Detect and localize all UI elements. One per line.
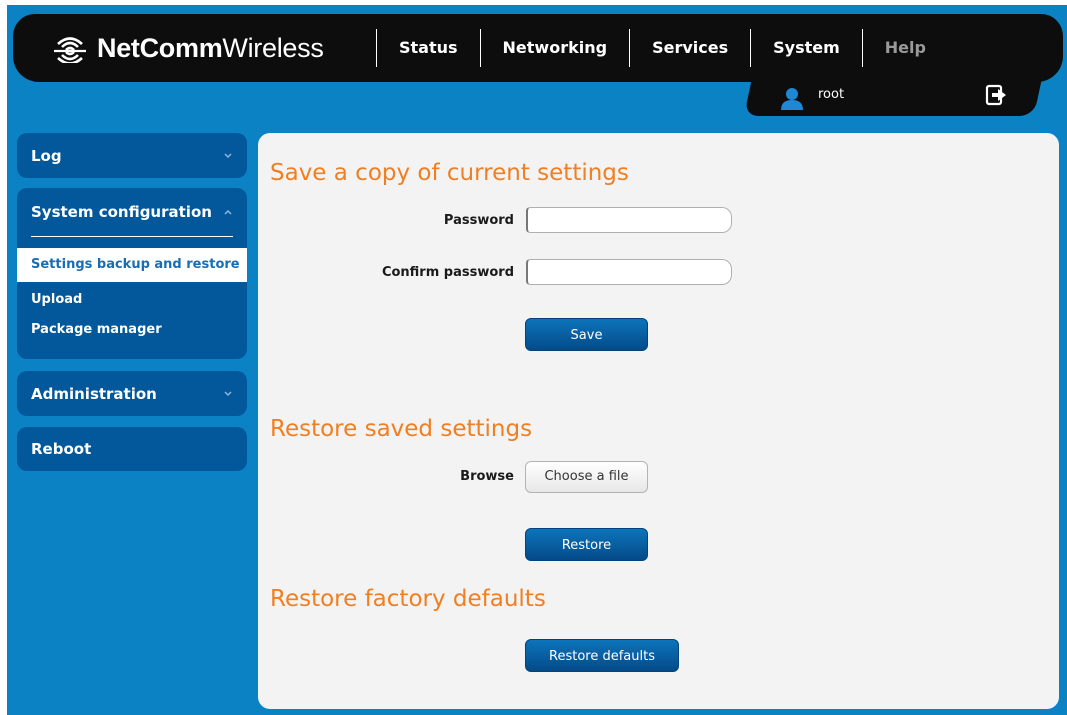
section-title-save: Save a copy of current settings [270, 160, 629, 186]
username-label: root [818, 87, 845, 102]
nav-services[interactable]: Services [629, 29, 750, 67]
nav-help[interactable]: Help [861, 29, 948, 67]
sidebar-section-log[interactable]: Log [17, 133, 247, 178]
sidebar-section-reboot[interactable]: Reboot [17, 427, 247, 471]
chevron-down-icon [224, 390, 232, 396]
sidebar-section-system-configuration: System configuration Settings backup and… [17, 188, 247, 359]
wifi-logo-icon [52, 33, 88, 65]
password-field[interactable] [526, 207, 732, 233]
top-nav: Status Networking Services System Help [376, 29, 948, 67]
nav-networking[interactable]: Networking [479, 29, 630, 67]
sidebar-divider [31, 236, 233, 237]
section-title-factory-defaults: Restore factory defaults [270, 586, 546, 612]
restore-defaults-button[interactable]: Restore defaults [525, 639, 679, 672]
section-title-restore: Restore saved settings [270, 416, 533, 442]
chevron-up-icon [224, 209, 232, 215]
sidebar-reboot-label: Reboot [31, 440, 92, 458]
sidebar-reboot-header[interactable]: Reboot [17, 427, 247, 471]
brand-name: NetCommWireless [97, 33, 324, 64]
sidebar-log-header[interactable]: Log [17, 133, 247, 178]
sidebar-administration-label: Administration [31, 384, 157, 403]
chevron-down-icon [224, 152, 232, 158]
restore-button[interactable]: Restore [525, 528, 648, 561]
nav-system[interactable]: System [750, 29, 862, 67]
sidebar-log-label: Log [31, 146, 62, 165]
sidebar-administration-header[interactable]: Administration [17, 371, 247, 416]
sidebar-system-configuration-header[interactable]: System configuration [17, 188, 247, 236]
sidebar-item-package-manager[interactable]: Package manager [17, 318, 247, 346]
user-icon [780, 86, 804, 110]
sidebar-system-configuration-label: System configuration [31, 203, 212, 221]
logout-icon[interactable] [985, 84, 1007, 106]
brand-name-regular: Wireless [222, 32, 324, 63]
brand-name-bold: NetComm [97, 32, 223, 63]
password-label: Password [443, 213, 514, 228]
choose-file-button[interactable]: Choose a file [525, 461, 648, 493]
save-button[interactable]: Save [525, 318, 648, 351]
sidebar-section-administration[interactable]: Administration [17, 371, 247, 416]
confirm-password-field[interactable] [526, 259, 732, 285]
brand-logo[interactable]: NetCommWireless [52, 33, 324, 65]
confirm-password-label: Confirm password [381, 265, 514, 280]
browse-label: Browse [460, 469, 514, 484]
sidebar-item-upload[interactable]: Upload [17, 282, 247, 318]
nav-status[interactable]: Status [376, 29, 480, 67]
sidebar-item-settings-backup-restore[interactable]: Settings backup and restore [17, 248, 247, 282]
